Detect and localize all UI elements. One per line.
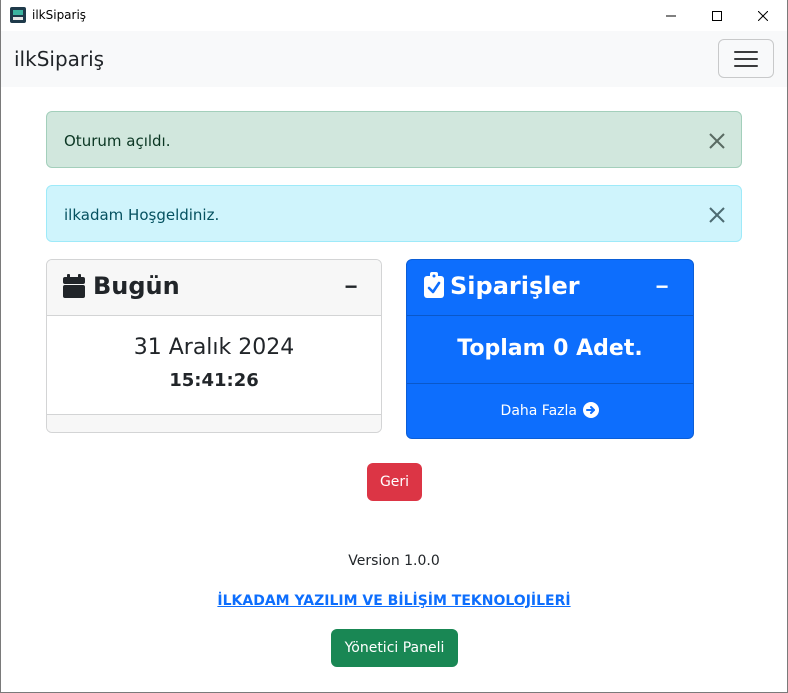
- close-window-button[interactable]: [740, 0, 786, 31]
- app-window: ilkSipariş ilkSipariş Oturum açıldı. ilk…: [0, 0, 788, 693]
- arrow-right-circle-icon: [583, 402, 600, 418]
- calendar-icon: [63, 274, 85, 298]
- today-card-title: Bugün: [93, 272, 180, 300]
- orders-card-header: Siparişler −: [407, 260, 693, 316]
- maximize-button[interactable]: [694, 0, 740, 31]
- close-icon: [758, 10, 768, 21]
- window-title: ilkSipariş: [32, 8, 87, 22]
- alert-message: Oturum açıldı.: [64, 132, 171, 150]
- collapse-button[interactable]: −: [339, 274, 363, 300]
- alert-close-button[interactable]: [708, 206, 726, 224]
- current-date: 31 Aralık 2024: [133, 335, 295, 360]
- alert-info: ilkadam Hoşgeldiniz.: [46, 185, 742, 242]
- orders-card: Siparişler − Toplam 0 Adet. Daha Fazla: [406, 259, 694, 439]
- app-logo-icon: [10, 7, 26, 23]
- admin-panel-button[interactable]: Yönetici Paneli: [331, 629, 458, 667]
- more-link[interactable]: Daha Fazla: [407, 402, 693, 419]
- alert-message: ilkadam Hoşgeldiniz.: [64, 206, 220, 224]
- current-time: 15:41:26: [169, 370, 259, 391]
- today-card-header: Bugün −: [47, 260, 381, 316]
- more-link-label: Daha Fazla: [500, 403, 577, 419]
- alert-success: Oturum açıldı.: [46, 111, 742, 168]
- alert-close-button[interactable]: [708, 132, 726, 150]
- minimize-icon: [666, 15, 676, 16]
- close-icon: [709, 133, 725, 149]
- orders-total: Toplam 0 Adet.: [457, 336, 643, 361]
- orders-card-title: Siparişler: [450, 272, 580, 300]
- hamburger-menu-icon: [734, 50, 758, 68]
- orders-card-footer: Daha Fazla: [407, 383, 693, 438]
- maximize-icon: [712, 10, 722, 21]
- navbar-toggler-button[interactable]: [718, 39, 774, 78]
- today-card: Bugün − 31 Aralık 2024 15:41:26: [46, 259, 382, 433]
- minimize-button[interactable]: [648, 0, 694, 31]
- back-button[interactable]: Geri: [367, 463, 422, 501]
- company-link[interactable]: İLKADAM YAZILIM VE BİLİŞİM TEKNOLOJİLERİ: [1, 593, 787, 609]
- collapse-button[interactable]: −: [650, 274, 674, 300]
- today-card-footer: [47, 414, 381, 432]
- navbar: ilkSipariş: [1, 31, 787, 87]
- clipboard-check-icon: [424, 272, 444, 298]
- title-bar: ilkSipariş: [1, 0, 787, 31]
- close-icon: [709, 207, 725, 223]
- version-text: Version 1.0.0: [348, 553, 440, 569]
- navbar-brand[interactable]: ilkSipariş: [14, 47, 104, 71]
